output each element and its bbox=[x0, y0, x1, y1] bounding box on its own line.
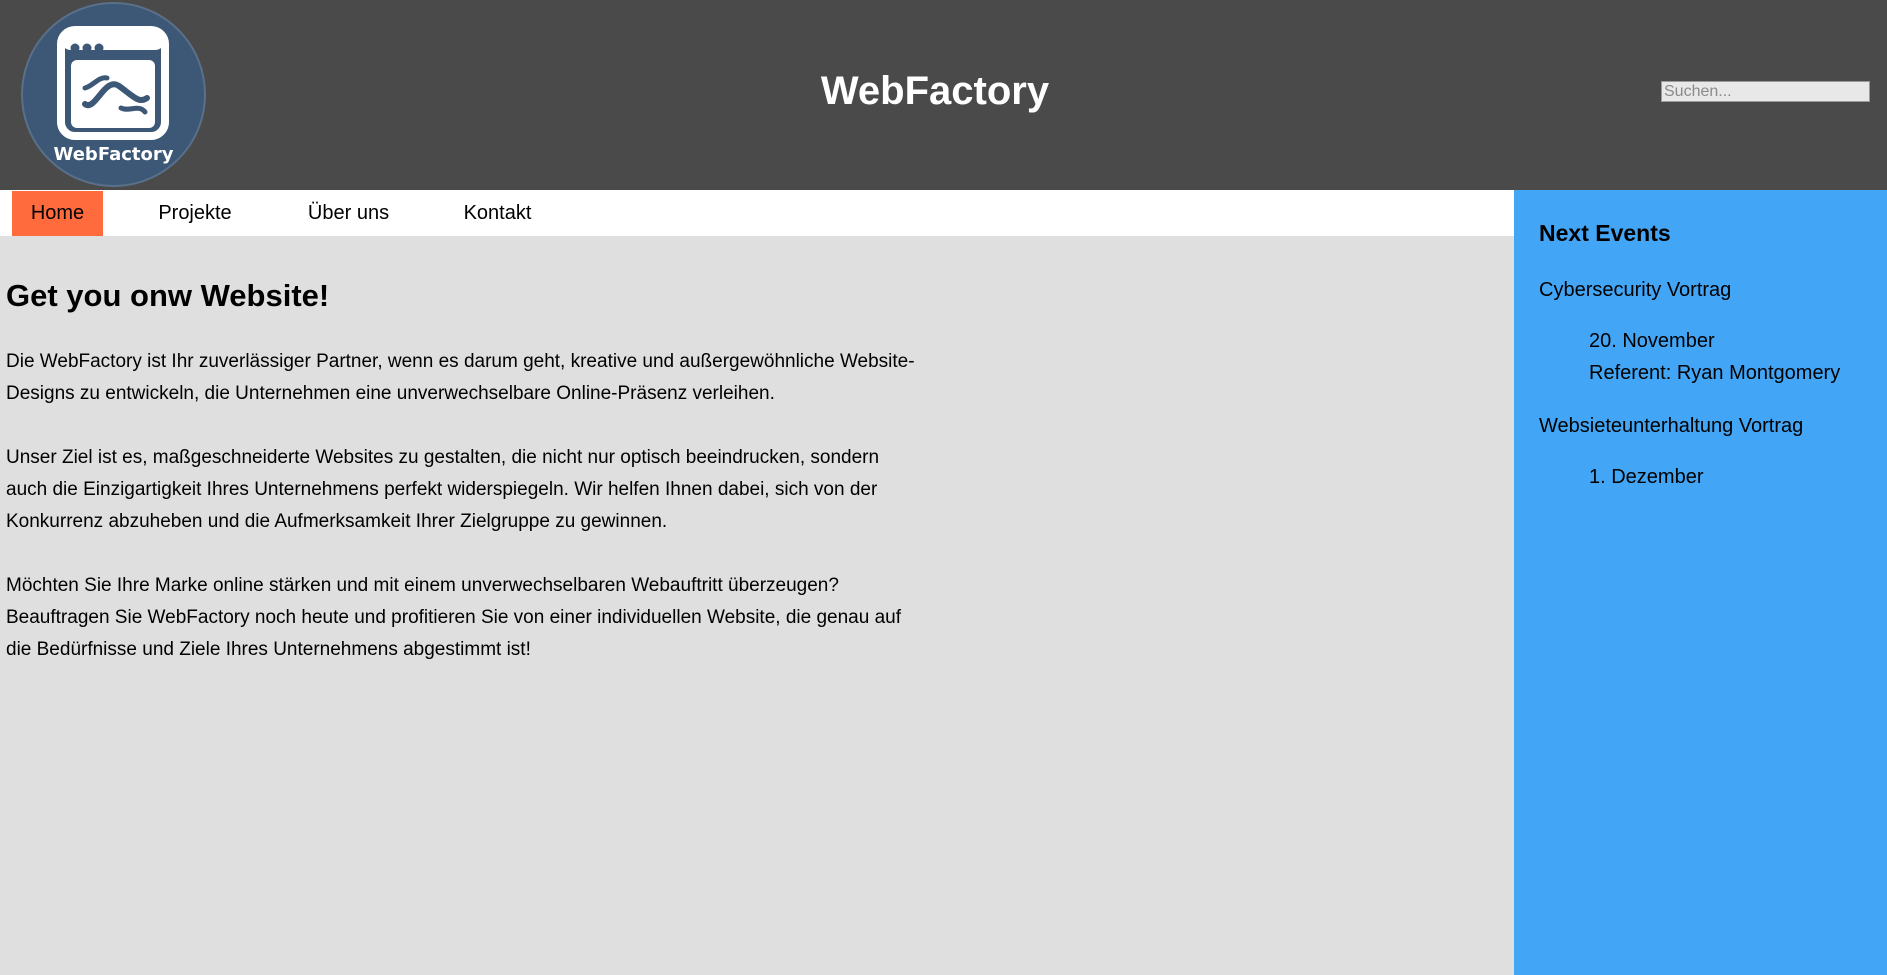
event-date: 1. Dezember bbox=[1589, 466, 1704, 488]
page-heading: Get you onw Website! bbox=[6, 278, 330, 313]
main-content: Get you onw Website! Die WebFactory ist … bbox=[0, 236, 1514, 975]
goal-paragraph: Unser Ziel ist es, maßgeschneiderte Webs… bbox=[6, 447, 880, 532]
events-sidebar: Next Events Cybersecurity Vortrag 20. No… bbox=[1514, 190, 1887, 975]
site-header: WebFactory WebFactory bbox=[0, 0, 1887, 190]
main-navigation: Home Projekte Über uns Kontakt bbox=[0, 190, 1514, 236]
call-to-action-paragraph: Möchten Sie Ihre Marke online stärken un… bbox=[6, 575, 901, 660]
event-speaker: Referent: Ryan Montgomery bbox=[1589, 362, 1841, 384]
search-input[interactable] bbox=[1661, 81, 1870, 102]
nav-item-ueber-uns[interactable]: Über uns bbox=[300, 191, 397, 236]
event-date: 20. November bbox=[1589, 330, 1715, 352]
logo-text: WebFactory bbox=[53, 144, 174, 165]
site-logo[interactable]: WebFactory bbox=[21, 2, 206, 187]
event-title: Websieteunterhaltung Vortrag bbox=[1539, 415, 1804, 437]
nav-item-kontakt[interactable]: Kontakt bbox=[455, 191, 540, 236]
intro-paragraph: Die WebFactory ist Ihr zuverlässiger Par… bbox=[6, 351, 915, 404]
event-title: Cybersecurity Vortrag bbox=[1539, 279, 1732, 301]
nav-item-home[interactable]: Home bbox=[12, 191, 103, 236]
nav-item-projekte[interactable]: Projekte bbox=[150, 191, 240, 236]
site-title: WebFactory bbox=[820, 69, 1050, 113]
sidebar-title: Next Events bbox=[1539, 220, 1671, 246]
